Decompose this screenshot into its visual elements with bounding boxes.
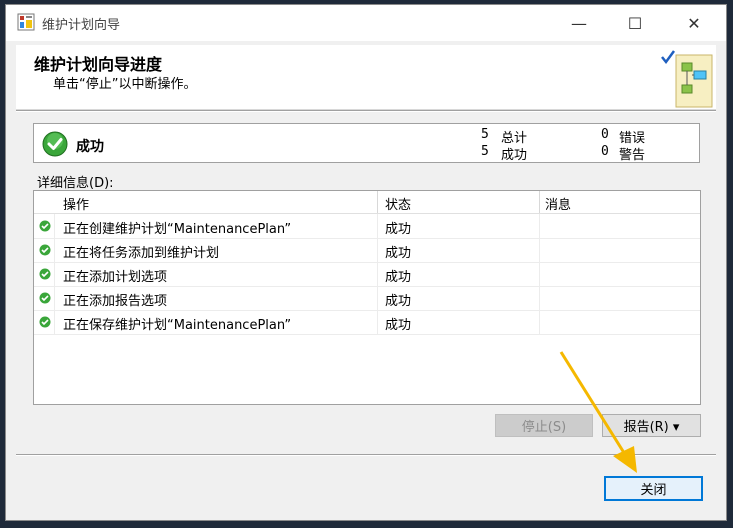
row-divider	[377, 310, 378, 334]
success-label: 成功	[501, 148, 528, 163]
table-row[interactable]: 正在保存维护计划“MaintenancePlan” 成功	[34, 310, 700, 335]
details-table[interactable]: 操作 状态 消息 正在创建维护计划“MaintenancePlan” 成功 正在…	[33, 190, 701, 405]
row-divider	[539, 214, 540, 238]
wizard-header: 维护计划向导进度 单击“停止”以中断操作。	[16, 45, 716, 110]
column-divider[interactable]	[377, 191, 378, 213]
row-divider	[539, 310, 540, 334]
success-check-icon	[42, 131, 68, 157]
table-row[interactable]: 正在添加计划选项 成功	[34, 262, 700, 287]
wizard-window: 维护计划向导 — ☐ ✕ 维护计划向导进度 单击“停止”以中断操作。 成功 5 …	[5, 4, 727, 521]
row-status: 成功	[385, 246, 412, 261]
table-row[interactable]: 正在添加报告选项 成功	[34, 286, 700, 311]
column-header-status[interactable]: 状态	[385, 194, 411, 213]
table-header: 操作 状态 消息	[34, 191, 700, 214]
row-divider	[54, 262, 55, 286]
row-status: 成功	[385, 294, 412, 309]
minimize-icon: —	[571, 13, 587, 33]
row-divider	[54, 238, 55, 262]
row-divider	[539, 238, 540, 262]
row-operation: 正在添加计划选项	[63, 270, 168, 285]
success-dot-icon	[39, 244, 51, 256]
row-operation: 正在将任务添加到维护计划	[63, 246, 220, 261]
details-label: 详细信息(D):	[37, 176, 114, 191]
header-separator	[16, 110, 716, 112]
warning-count: 0	[601, 144, 609, 159]
wizard-graphic-icon	[661, 50, 713, 108]
success-dot-icon	[39, 268, 51, 280]
success-dot-icon	[39, 316, 51, 328]
row-divider	[377, 286, 378, 310]
maximize-button[interactable]: ☐	[612, 5, 658, 41]
stop-button[interactable]: 停止(S)	[495, 414, 593, 437]
status-summary: 成功 5 总计 5 成功 0 错误 0 警告	[33, 123, 700, 163]
row-operation: 正在保存维护计划“MaintenancePlan”	[63, 318, 292, 333]
row-status: 成功	[385, 318, 412, 333]
maximize-icon: ☐	[627, 13, 643, 33]
row-operation: 正在添加报告选项	[63, 294, 168, 309]
warning-label: 警告	[619, 148, 646, 163]
close-icon: ✕	[687, 13, 701, 33]
maintenance-plan-icon	[17, 13, 35, 31]
column-header-operation[interactable]: 操作	[63, 194, 89, 213]
row-status: 成功	[385, 270, 412, 285]
footer-separator	[16, 454, 716, 456]
success-count: 5	[481, 144, 489, 159]
row-status: 成功	[385, 222, 412, 237]
title-bar[interactable]: 维护计划向导 — ☐ ✕	[6, 5, 726, 41]
total-count: 5	[481, 127, 489, 142]
column-header-message[interactable]: 消息	[545, 194, 571, 213]
status-label: 成功	[76, 139, 104, 155]
table-row[interactable]: 正在将任务添加到维护计划 成功	[34, 238, 700, 263]
column-divider[interactable]	[539, 191, 540, 213]
row-divider	[539, 262, 540, 286]
minimize-button[interactable]: —	[556, 5, 602, 41]
close-window-button[interactable]: ✕	[671, 5, 717, 41]
row-divider	[54, 214, 55, 238]
table-row[interactable]: 正在创建维护计划“MaintenancePlan” 成功	[34, 214, 700, 239]
row-divider	[539, 286, 540, 310]
row-operation: 正在创建维护计划“MaintenancePlan”	[63, 222, 292, 237]
report-dropdown-button[interactable]: 报告(R) ▾	[602, 414, 701, 437]
row-divider	[54, 286, 55, 310]
page-title: 维护计划向导进度	[34, 55, 163, 74]
row-divider	[377, 262, 378, 286]
close-button[interactable]: 关闭	[604, 476, 703, 501]
success-dot-icon	[39, 220, 51, 232]
page-subtitle: 单击“停止”以中断操作。	[53, 77, 197, 92]
success-dot-icon	[39, 292, 51, 304]
row-divider	[377, 214, 378, 238]
error-count: 0	[601, 127, 609, 142]
row-divider	[54, 310, 55, 334]
row-divider	[377, 238, 378, 262]
window-title: 维护计划向导	[42, 18, 121, 33]
